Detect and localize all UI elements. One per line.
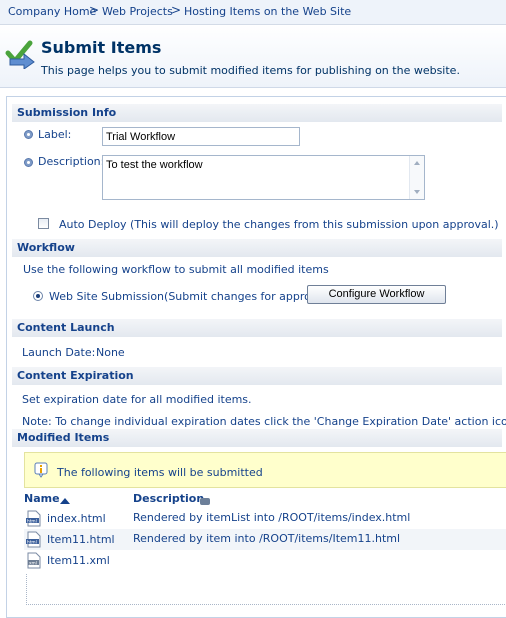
workflow-option-label: Web Site Submission(Submit changes for a… <box>49 290 332 303</box>
label-input[interactable] <box>102 127 300 146</box>
info-message: The following items will be submitted <box>57 466 263 479</box>
html-file-icon[interactable]: html <box>26 510 41 527</box>
breadcrumb-hosting-items[interactable]: Hosting Items on the Web Site <box>184 5 351 18</box>
page-description: This page helps you to submit modified i… <box>41 64 460 77</box>
sortable-icon[interactable] <box>200 495 210 505</box>
description-textarea[interactable]: To test the workflow <box>102 155 425 200</box>
launch-date-label: Launch Date: <box>22 346 96 359</box>
svg-text:html: html <box>27 539 37 545</box>
table-row: html index.html Rendered by itemList int… <box>24 508 506 529</box>
breadcrumb: Company Home > Web Projects > Hosting It… <box>0 0 506 25</box>
file-description: Rendered by itemList into /ROOT/items/in… <box>133 511 411 524</box>
description-caption: Description: <box>38 155 105 168</box>
description-text: To test the workflow <box>106 159 203 171</box>
section-workflow: Workflow <box>12 239 502 257</box>
file-name-link[interactable]: Item11.xml <box>47 554 110 567</box>
auto-deploy-checkbox[interactable] <box>38 218 49 229</box>
expiration-note: Note: To change individual expiration da… <box>22 415 506 428</box>
workflow-radio[interactable] <box>33 291 43 301</box>
submit-items-icon <box>4 37 36 70</box>
html-file-icon[interactable]: html <box>26 531 41 548</box>
info-icon <box>34 462 48 478</box>
breadcrumb-company-home[interactable]: Company Home <box>8 5 96 18</box>
bullet-icon <box>24 158 33 167</box>
section-content-expiration: Content Expiration <box>12 367 502 385</box>
auto-deploy-label: Auto Deploy (This will deploy the change… <box>59 218 499 231</box>
expiration-set-text: Set expiration date for all modified ite… <box>22 393 252 406</box>
description-scrollbar[interactable] <box>409 156 424 199</box>
breadcrumb-separator: > <box>89 3 100 17</box>
info-message-box: The following items will be submitted <box>24 452 506 488</box>
table-row: html Item11.html Rendered by item into /… <box>24 529 506 550</box>
sort-ascending-icon[interactable] <box>60 495 70 504</box>
workflow-instruction: Use the following workflow to submit all… <box>23 263 329 276</box>
configure-workflow-button[interactable]: Configure Workflow <box>307 285 446 304</box>
page-header: Submit Items This page helps you to subm… <box>0 25 506 88</box>
column-header-name[interactable]: Name <box>24 492 60 505</box>
section-submission-info: Submission Info <box>12 104 502 122</box>
table-row: xml Item11.xml <box>24 550 506 571</box>
column-header-description[interactable]: Description <box>133 492 204 505</box>
section-content-launch: Content Launch <box>12 319 502 337</box>
svg-text:xml: xml <box>29 560 37 566</box>
file-description: Rendered by item into /ROOT/items/Item11… <box>133 532 401 545</box>
list-border <box>26 574 506 605</box>
svg-text:html: html <box>27 518 37 524</box>
breadcrumb-separator: > <box>171 3 182 17</box>
label-caption: Label: <box>38 128 72 141</box>
file-name-link[interactable]: Item11.html <box>47 533 115 546</box>
section-modified-items: Modified Items <box>12 429 502 447</box>
breadcrumb-web-projects[interactable]: Web Projects <box>102 5 173 18</box>
file-name-link[interactable]: index.html <box>47 512 106 525</box>
launch-date-value: None <box>96 346 125 359</box>
bullet-icon <box>24 130 33 139</box>
page-title: Submit Items <box>41 38 162 57</box>
xml-file-icon[interactable]: xml <box>26 552 41 569</box>
